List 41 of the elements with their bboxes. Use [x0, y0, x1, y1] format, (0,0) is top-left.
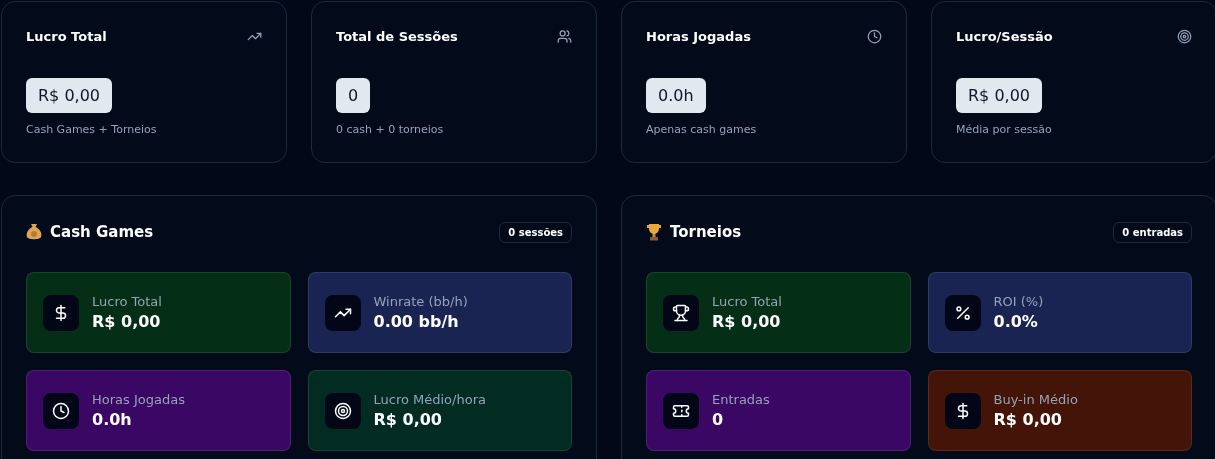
stat-label: Lucro Médio/hora — [373, 392, 486, 407]
card-subtitle: Média por sessão — [956, 123, 1053, 136]
card-title: Lucro Total — [26, 28, 107, 44]
count-badge: 0 entradas — [1113, 221, 1192, 243]
users-icon — [557, 28, 572, 44]
count-badge: 0 sessões — [499, 221, 572, 243]
stat-label: Entradas — [712, 392, 770, 407]
stat-value: 0 — [712, 410, 725, 429]
card-title: Total de Sessões — [336, 28, 458, 44]
stat-label: Winrate (bb/h) — [373, 294, 468, 309]
card-value: R$ 0,00 — [956, 78, 1042, 113]
percent-icon — [953, 303, 972, 322]
stat-label: Buy-in Médio — [993, 392, 1078, 407]
stat-value: R$ 0,00 — [712, 312, 782, 331]
stat-label: ROI (%) — [993, 294, 1044, 309]
stat-value: 0.00 bb/h — [373, 312, 460, 331]
stat-value: R$ 0,00 — [993, 410, 1063, 429]
money-bag-icon — [26, 223, 42, 241]
clock-icon — [867, 28, 882, 44]
panel-title: Torneios — [670, 223, 742, 241]
card-subtitle: Cash Games + Torneios — [26, 123, 158, 136]
trophy-icon — [672, 303, 690, 322]
stat-label: Lucro Total — [92, 294, 162, 309]
card-title: Lucro/Sessão — [956, 28, 1053, 44]
stat-value: R$ 0,00 — [92, 312, 162, 331]
panel-title: Cash Games — [50, 223, 154, 241]
stat-label: Horas Jogadas — [92, 392, 185, 407]
stat-value: 0.0h — [92, 410, 133, 429]
stat-value: R$ 0,00 — [373, 410, 443, 429]
clock-icon — [52, 401, 70, 420]
card-subtitle: Apenas cash games — [646, 123, 758, 136]
trophy-icon — [646, 223, 662, 241]
target-icon — [333, 401, 352, 420]
stat-label: Lucro Total — [712, 294, 782, 309]
card-title: Horas Jogadas — [646, 28, 751, 44]
card-value: R$ 0,00 — [26, 78, 112, 113]
card-value: 0 — [336, 78, 371, 113]
stat-value: 0.0% — [993, 312, 1039, 331]
card-subtitle: 0 cash + 0 torneios — [336, 123, 445, 136]
card-value: 0.0h — [646, 78, 706, 113]
target-icon — [1177, 28, 1192, 44]
